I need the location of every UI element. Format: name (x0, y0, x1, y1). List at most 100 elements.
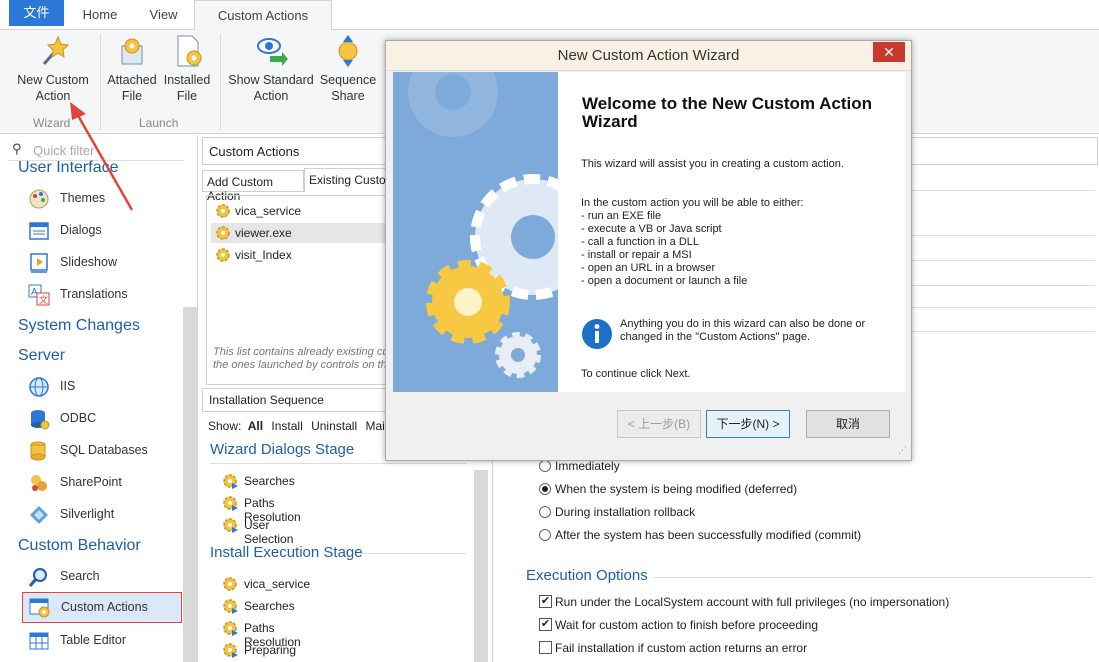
show-label: Show: (208, 419, 242, 433)
nav-item-translations[interactable]: A文 Translations (22, 280, 182, 308)
wizard-bullet: - call a function in a DLL (581, 236, 700, 248)
list-item-label: viewer.exe (235, 226, 292, 240)
wizard-bullet: - install or repair a MSI (581, 249, 692, 261)
show-standard-action-button[interactable]: Show Standard Action (224, 34, 318, 104)
gear-arrow-icon (223, 599, 238, 614)
stage-title: Install Execution Stage (210, 544, 363, 561)
slideshow-icon (30, 253, 48, 273)
nav-item-slideshow[interactable]: Slideshow (22, 248, 182, 276)
list-item-label: visit_Index (235, 248, 292, 262)
wizard-bullet: - run an EXE file (581, 210, 662, 222)
nav-item-label: ODBC (60, 411, 97, 425)
stage-item-label: vica_service (244, 577, 311, 591)
magnifier-icon (28, 568, 47, 587)
translation-icon: A文 (28, 284, 50, 306)
nav-item-sharepoint[interactable]: SharePoint (22, 468, 182, 496)
silverlight-icon (30, 506, 48, 524)
resize-grip-icon[interactable]: ⋰ (898, 445, 907, 456)
wizard-either: In the custom action you will be able to… (581, 197, 804, 209)
nav-item-label: Translations (60, 287, 128, 301)
gear-package-icon (121, 38, 143, 65)
wizard-info-line: Anything you do in this wizard can also … (620, 318, 866, 330)
nav-item-custom-actions[interactable]: Custom Actions (22, 592, 182, 623)
nav-item-label: Slideshow (60, 255, 117, 269)
group-label-launch: Launch (139, 116, 179, 130)
radio-label: Immediately (555, 459, 620, 473)
nav-item-iis[interactable]: IIS (22, 372, 182, 400)
wizard-bullet: - open an URL in a browser (581, 262, 716, 274)
group-separator (220, 34, 221, 130)
nav-item-silverlight[interactable]: Silverlight (22, 500, 182, 528)
gear-arrow-icon (223, 474, 238, 489)
stage-item-label: Preparing (244, 643, 297, 657)
checkbox-checked: ✔ (539, 595, 552, 608)
wizard-content: Welcome to the New Custom Action Wizard … (558, 72, 905, 392)
gear-icon (216, 204, 230, 218)
radio-dot (539, 506, 551, 518)
checkbox-label: Wait for custom action to finish before … (555, 618, 819, 632)
annotation-arrow (70, 102, 134, 211)
stage-item-label: Searches (244, 599, 295, 613)
section-system-changes[interactable]: System Changes (18, 317, 140, 335)
nav-item-search[interactable]: Search (22, 562, 182, 590)
checkbox-unchecked (539, 641, 552, 654)
nav-item-label: Custom Actions (61, 600, 148, 614)
gears-illustration-icon (408, 72, 558, 378)
wizard-heading: Welcome to the New Custom Action Wizard (582, 94, 872, 131)
show-install-link[interactable]: Install (271, 419, 302, 433)
stage-item-label: User Selection (244, 518, 294, 546)
nav-item-label: SQL Databases (60, 443, 148, 457)
next-button[interactable]: 下一步(N) > (706, 410, 790, 438)
gear-arrow-icon (223, 621, 238, 636)
stage-item-label: Searches (244, 474, 295, 488)
dialog-title: New Custom Action Wizard (386, 41, 911, 71)
show-uninstall-link[interactable]: Uninstall (311, 419, 357, 433)
close-button[interactable]: ✕ (873, 42, 905, 62)
sequence-scrollbar[interactable] (474, 470, 488, 662)
nav-item-odbc[interactable]: ODBC (22, 404, 182, 432)
show-all-link[interactable]: All (248, 419, 263, 433)
search-icon: ⚲ (12, 141, 22, 156)
cancel-button[interactable]: 取消 (806, 410, 890, 438)
show-standard-action-label: Show Standard Action (228, 73, 314, 103)
gear-icon (216, 226, 230, 240)
radio-label: When the system is being modified (defer… (555, 482, 798, 496)
nav-item-dialogs[interactable]: Dialogs (22, 216, 182, 244)
sharepoint-icon (31, 475, 47, 491)
nav-item-label: SharePoint (60, 475, 122, 489)
tab-view[interactable]: View (136, 0, 191, 30)
tab-add-custom-action[interactable]: Add Custom Action (202, 170, 304, 203)
divider (210, 463, 466, 464)
list-note-line: This list contains already existing cu (213, 346, 389, 358)
list-note-line: the ones launched by controls on th (213, 359, 387, 371)
nav-item-sql-databases[interactable]: SQL Databases (22, 436, 182, 464)
divider (653, 577, 1093, 578)
eye-gear-icon (257, 38, 288, 66)
new-custom-action-button[interactable]: New Custom Action (12, 34, 94, 104)
attached-file-button[interactable]: Attached File (104, 34, 160, 104)
radio-dot (539, 529, 551, 541)
stage-title: Wizard Dialogs Stage (210, 441, 355, 458)
leftnav-scrollbar[interactable] (183, 307, 197, 662)
palette-icon (29, 189, 49, 209)
wizard-intro: This wizard will assist you in creating … (581, 158, 844, 170)
info-icon (582, 319, 612, 349)
installed-file-label: Installed File (163, 73, 211, 103)
section-custom-behavior[interactable]: Custom Behavior (18, 537, 141, 555)
section-server[interactable]: Server (18, 347, 65, 365)
installed-file-button[interactable]: Installed File (160, 34, 214, 104)
share-arrows-icon (338, 35, 358, 67)
nav-item-label: Search (60, 569, 100, 583)
nav-item-label: IIS (60, 379, 76, 393)
back-button[interactable]: < 上一步(B) (617, 410, 701, 438)
sequence-share-button[interactable]: Sequence Share (318, 34, 378, 104)
radio-dot (539, 460, 551, 472)
tab-home[interactable]: Home (70, 0, 130, 30)
divider (360, 553, 466, 554)
nav-item-label: Silverlight (60, 507, 115, 521)
database-icon (31, 410, 50, 430)
new-custom-action-wizard-dialog: New Custom Action Wizard ✕ Welcome to th… (385, 40, 912, 461)
tab-custom-actions[interactable]: Custom Actions (194, 0, 332, 31)
nav-item-table-editor[interactable]: Table Editor (22, 626, 182, 654)
tab-file[interactable]: 文件 (9, 0, 64, 26)
